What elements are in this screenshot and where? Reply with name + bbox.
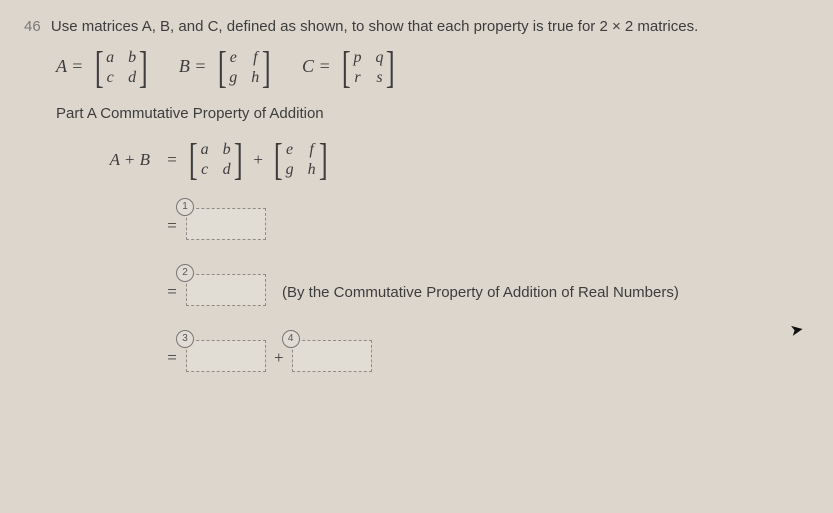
matrix-A: A = [ a b c d ] [56,49,151,87]
matrix-B: B = [ e f g h ] [179,49,274,87]
cell: d [128,69,136,87]
left-bracket-icon: [ [94,50,103,86]
cell: g [229,69,237,87]
answer-blank-2[interactable]: 2 [186,274,266,310]
equals-sign: = [166,216,178,236]
badge-2: 2 [176,264,194,282]
left-bracket-icon: [ [189,142,198,178]
answer-blank-1[interactable]: 1 [186,208,266,244]
step1-m2: [ e f g h ] [271,141,330,179]
cell: r [353,69,361,87]
cell: c [201,161,209,179]
cell: b [223,141,231,159]
equals-sign: = [166,150,178,170]
cell: f [308,141,316,159]
step3-explanation: (By the Commutative Property of Addition… [282,284,679,301]
question-prompt: 46 Use matrices A, B, and C, defined as … [24,18,809,35]
matrix-C-label: C = [302,56,331,76]
cell: c [106,69,114,87]
step-3: = 2 (By the Commutative Property of Addi… [80,268,809,316]
cursor-icon: ➤ [788,319,805,341]
step-lhs: A + B [80,150,150,170]
matrix-C: C = [ p q r s ] [302,49,398,87]
cell: d [223,161,231,179]
answer-blank-3[interactable]: 3 [186,340,266,376]
cell: s [375,69,383,87]
cell: e [229,49,237,67]
step-2: = 1 [80,202,809,250]
badge-4: 4 [282,330,300,348]
right-bracket-icon: ] [386,50,395,86]
left-bracket-icon: [ [218,50,227,86]
prompt-text: Use matrices A, B, and C, defined as sho… [51,18,698,35]
answer-blank-4[interactable]: 4 [292,340,372,376]
equals-sign: = [166,282,178,302]
question-number: 46 [24,18,41,35]
cell: h [308,161,316,179]
cell: h [251,69,259,87]
plus-sign: + [274,348,284,368]
cell: b [128,49,136,67]
matrix-definitions: A = [ a b c d ] B = [ e f g h ] C = [56,49,809,87]
matrix-B-label: B = [179,56,207,76]
cell: g [286,161,294,179]
part-a-heading: Part A Commutative Property of Addition [56,105,809,122]
right-bracket-icon: ] [139,50,148,86]
cell: f [251,49,259,67]
step1-m1: [ a b c d ] [186,141,245,179]
cell: q [375,49,383,67]
step-1: A + B = [ a b c d ] + [ e f g h ] [80,136,809,184]
cell: a [201,141,209,159]
badge-1: 1 [176,198,194,216]
right-bracket-icon: ] [262,50,271,86]
matrix-A-label: A = [56,56,83,76]
badge-3: 3 [176,330,194,348]
right-bracket-icon: ] [318,142,327,178]
cell: e [286,141,294,159]
left-bracket-icon: [ [274,142,283,178]
left-bracket-icon: [ [342,50,351,86]
plus-sign: + [253,150,263,170]
equals-sign: = [166,348,178,368]
right-bracket-icon: ] [234,142,243,178]
step-4: = 3 + 4 [80,334,809,382]
cell: a [106,49,114,67]
cell: p [353,49,361,67]
